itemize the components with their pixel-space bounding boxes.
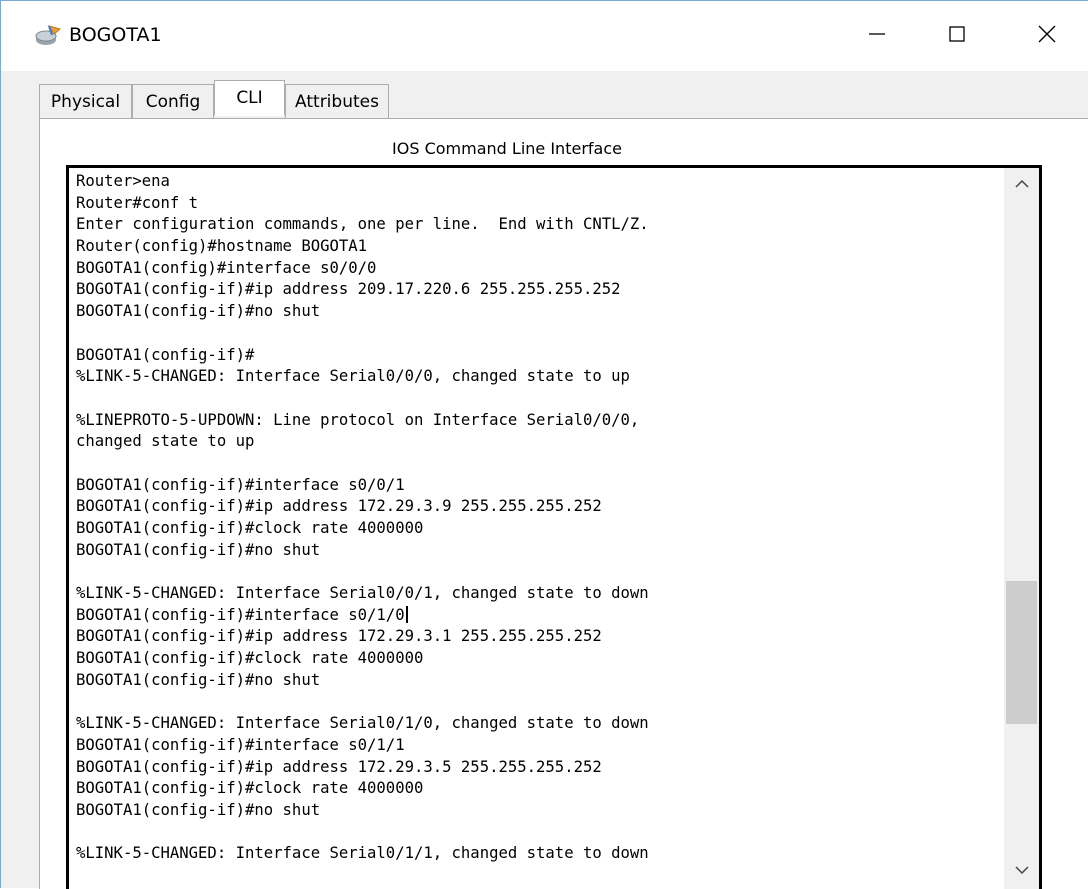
terminal-line: %LINK-5-CHANGED: Interface Serial0/0/1, … [76,584,649,603]
terminal-line: BOGOTA1(config-if)#clock rate 4000000 [76,519,424,537]
terminal-line: BOGOTA1(config-if)#ip address 172.29.3.1… [76,627,602,646]
tab-physical[interactable]: Physical [39,84,132,118]
terminal-line: BOGOTA1(config-if)#no shut [76,800,321,819]
terminal-line: BOGOTA1(config-if)#ip address 172.29.3.9… [76,497,602,516]
tab-label: Config [145,91,201,112]
terminal-line: Router#conf t [76,193,199,212]
tab-config[interactable]: Config [132,84,214,118]
terminal-line: BOGOTA1(config-if)#interface s0/1/1 [76,735,405,754]
terminal-line: changed state to up [76,432,255,451]
scroll-up-button[interactable] [1004,168,1039,198]
terminal-line: %LINK-5-CHANGED: Interface Serial0/0/0, … [76,367,630,386]
terminal-line: BOGOTA1(config-if)#clock rate 4000000 [76,779,424,798]
title-bar[interactable]: BOGOTA1 [1,1,1088,71]
scrollbar-thumb[interactable] [1006,581,1037,724]
tab-attributes[interactable]: Attributes [285,84,389,118]
maximize-icon [948,25,966,47]
minimize-button[interactable] [847,13,907,59]
tab-label: Attributes [295,91,379,112]
terminal-line: Enter configuration commands, one per li… [76,215,649,234]
cli-panel-title: IOS Command Line Interface [392,139,622,158]
terminal-line: BOGOTA1(config-if)#clock rate 4000000 [76,649,424,668]
terminal-line: %LINEPROTO-5-UPDOWN: Line protocol on In… [76,410,640,429]
window-title: BOGOTA1 [69,24,162,46]
terminal-line: BOGOTA1(config-if)#no shut [76,302,321,321]
maximize-button[interactable] [927,13,987,59]
terminal-line: BOGOTA1(config-if)#ip address 209.17.220… [76,280,621,299]
chevron-up-icon [1014,174,1029,193]
tab-cli[interactable]: CLI [214,80,285,116]
scroll-down-button[interactable] [1004,854,1039,884]
text-cursor [405,605,408,623]
terminal-line: BOGOTA1(config-if)#no shut [76,670,321,689]
router-window: BOGOTA1 Physical Config CLI Attributes I… [0,0,1088,889]
terminal-line: BOGOTA1(config)#interface s0/0/0 [76,258,377,277]
terminal-line: BOGOTA1(config-if)# [76,345,255,364]
close-icon [1037,24,1057,48]
terminal-line: Router(config)#hostname BOGOTA1 [76,237,368,256]
terminal-line: BOGOTA1(config-if)#ip address 172.29.3.5… [76,757,602,776]
tab-label: CLI [236,88,263,108]
vertical-scrollbar[interactable] [1004,168,1039,889]
close-button[interactable] [1017,13,1077,59]
terminal-line: BOGOTA1(config-if)#no shut [76,540,321,559]
terminal-line: %LINK-5-CHANGED: Interface Serial0/1/0, … [76,714,649,733]
terminal-line: Router>ena [76,172,170,190]
minimize-icon [868,25,886,47]
terminal-line: %LINK-5-CHANGED: Interface Serial0/1/1, … [76,844,649,863]
tab-label: Physical [50,91,121,112]
chevron-down-icon [1014,860,1029,879]
router-icon [35,25,62,47]
terminal-line: BOGOTA1(config-if)#interface s0/1/0 [76,605,1001,627]
terminal-output[interactable]: Router>ena Router#conf t Enter configurati… [76,171,1001,865]
terminal-line: BOGOTA1(config-if)#interface s0/0/1 [76,475,405,494]
cli-terminal[interactable]: Router>ena Router#conf t Enter configurati… [66,165,1042,889]
